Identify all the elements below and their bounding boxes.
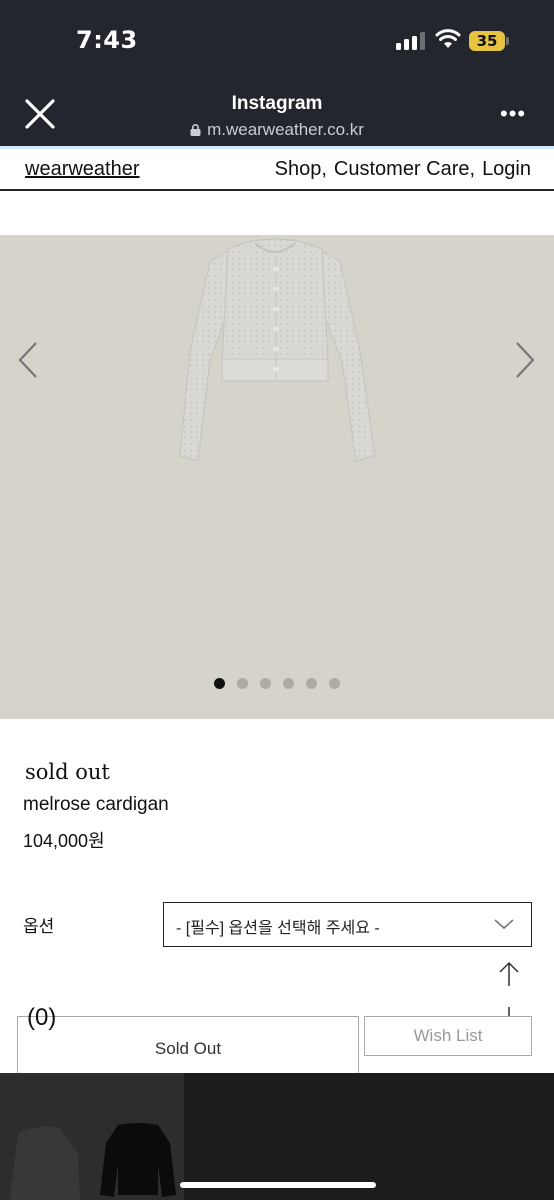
wifi-icon	[435, 29, 461, 48]
product-image	[179, 238, 376, 462]
product-image-gallery[interactable]	[0, 235, 554, 719]
gallery-dot[interactable]	[214, 678, 225, 689]
signal-icon	[396, 32, 426, 50]
option-select[interactable]: - [필수] 옵션을 선택해 주세요 -	[163, 902, 532, 947]
thumbnail-item[interactable]	[100, 1123, 176, 1200]
thumbnail-strip	[0, 1073, 554, 1200]
browser-url: m.wearweather.co.kr	[0, 120, 554, 140]
lock-icon	[190, 124, 201, 136]
sold-out-label: sold out	[25, 760, 110, 784]
status-bar: 7:43 35	[0, 0, 554, 82]
product-price: 104,000원	[23, 831, 105, 851]
home-indicator	[180, 1182, 376, 1188]
cart-count[interactable]: (0)	[27, 1004, 56, 1032]
gallery-dot[interactable]	[306, 678, 317, 689]
browser-title: Instagram	[231, 93, 323, 114]
status-time: 7:43	[76, 26, 138, 54]
site-logo-link[interactable]: wearweather	[25, 158, 140, 181]
nav-shop-link[interactable]: Shop,	[275, 158, 327, 180]
chevron-left-icon[interactable]	[16, 340, 40, 380]
site-nav: Shop, Customer Care, Login	[268, 158, 531, 181]
scroll-to-top-icon[interactable]	[497, 960, 521, 988]
gallery-dot[interactable]	[260, 678, 271, 689]
battery-level: 35	[469, 31, 505, 51]
wish-list-button[interactable]: Wish List	[364, 1016, 532, 1056]
gallery-dot[interactable]	[329, 678, 340, 689]
product-name: melrose cardigan	[23, 794, 169, 815]
nav-login-link[interactable]: Login	[482, 158, 531, 180]
url-text: m.wearweather.co.kr	[207, 120, 364, 139]
in-app-browser-header: Instagram m.wearweather.co.kr •••	[0, 82, 554, 146]
chevron-down-icon	[494, 919, 514, 930]
site-header: wearweather Shop, Customer Care, Login	[0, 149, 554, 191]
battery-icon: 35	[469, 31, 509, 51]
option-label: 옵션	[23, 917, 55, 936]
chevron-right-icon[interactable]	[513, 340, 537, 380]
sold-out-button[interactable]: Sold Out	[17, 1016, 359, 1078]
option-select-value: - [필수] 옵션을 선택해 주세요 -	[176, 920, 380, 937]
gallery-dot[interactable]	[283, 678, 294, 689]
nav-customer-care-link[interactable]: Customer Care,	[334, 158, 475, 180]
gallery-dot[interactable]	[237, 678, 248, 689]
more-options-button[interactable]: •••	[500, 103, 530, 125]
